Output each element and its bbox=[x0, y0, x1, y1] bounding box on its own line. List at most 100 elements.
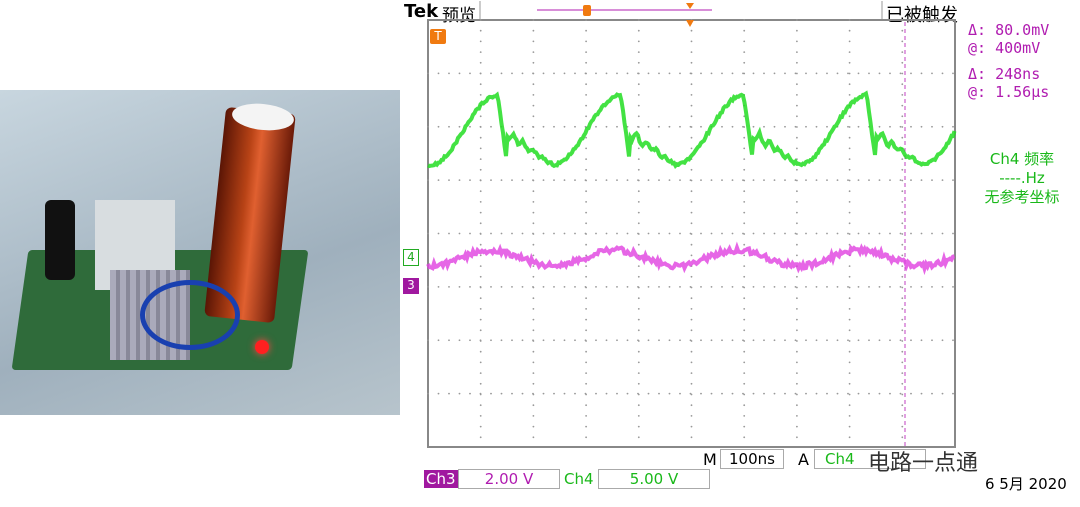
grid-dot bbox=[438, 72, 440, 74]
grid-dot bbox=[480, 30, 482, 32]
grid-dot bbox=[795, 339, 797, 341]
grid-dot bbox=[427, 233, 429, 235]
grid-dot bbox=[648, 72, 650, 74]
grid-dot bbox=[868, 179, 870, 181]
grid-dot bbox=[847, 393, 849, 395]
grid-dot bbox=[732, 179, 734, 181]
grid-dot bbox=[585, 137, 587, 139]
grid-dot bbox=[849, 148, 851, 150]
grid-dot bbox=[849, 62, 851, 64]
grid-dot bbox=[480, 436, 482, 438]
grid-dot bbox=[564, 126, 566, 128]
ch4-label[interactable]: Ch4 bbox=[564, 470, 594, 488]
grid-dot bbox=[459, 339, 461, 341]
grid-dot bbox=[533, 201, 535, 203]
grid-dot bbox=[826, 286, 828, 288]
grid-dot bbox=[574, 393, 576, 395]
grid-dot bbox=[469, 339, 471, 341]
grid-dot bbox=[480, 372, 482, 374]
grid-dot bbox=[743, 297, 745, 299]
grid-dot bbox=[543, 179, 545, 181]
grid-dot bbox=[648, 233, 650, 235]
grid-dot bbox=[795, 126, 797, 128]
grid-dot bbox=[606, 72, 608, 74]
grid-dot bbox=[901, 115, 903, 117]
grid-dot bbox=[849, 436, 851, 438]
grid-dot bbox=[533, 19, 535, 21]
grid-dot bbox=[522, 393, 524, 395]
grid-dot bbox=[796, 115, 798, 117]
grid-dot bbox=[849, 265, 851, 267]
grid-dot bbox=[637, 339, 639, 341]
grid-dot bbox=[901, 340, 903, 342]
grid-dot bbox=[732, 126, 734, 128]
grid-dot bbox=[564, 286, 566, 288]
grid-dot bbox=[585, 62, 587, 64]
ch3-label[interactable]: Ch3 bbox=[424, 470, 458, 488]
grid-dot bbox=[522, 126, 524, 128]
grid-dot bbox=[691, 169, 693, 171]
grid-dot bbox=[900, 393, 902, 395]
grid-dot bbox=[901, 351, 903, 353]
grid-dot bbox=[638, 329, 640, 331]
grid-dot bbox=[849, 329, 851, 331]
grid-dot bbox=[658, 126, 660, 128]
grid-dot bbox=[490, 72, 492, 74]
grid-dot bbox=[480, 276, 482, 278]
grid-dot bbox=[595, 72, 597, 74]
grid-dot bbox=[721, 72, 723, 74]
grid-dot bbox=[952, 339, 954, 341]
grid-dot bbox=[742, 72, 744, 74]
grid-dot bbox=[879, 393, 881, 395]
grid-dot bbox=[816, 286, 818, 288]
grid-dot bbox=[585, 308, 587, 310]
ch3-marker[interactable]: 3 bbox=[403, 278, 419, 294]
oscilloscope-screen: Tek 预览 已被触发 T 4 3 Δ: 80.0mV @: 400mV Δ: … bbox=[400, 0, 1080, 507]
grid-dot bbox=[638, 212, 640, 214]
delta-time: 248ns bbox=[995, 65, 1040, 83]
grid-dot bbox=[595, 286, 597, 288]
grid-dot bbox=[721, 126, 723, 128]
grid-dot bbox=[533, 426, 535, 428]
grid-dot bbox=[763, 179, 765, 181]
grid-dot bbox=[585, 436, 587, 438]
grid-dot bbox=[952, 233, 954, 235]
grid-dot bbox=[849, 158, 851, 160]
grid-dot bbox=[901, 297, 903, 299]
grid-dot bbox=[638, 362, 640, 364]
grid-dot bbox=[585, 329, 587, 331]
grid-dot bbox=[784, 339, 786, 341]
grid-dot bbox=[690, 179, 692, 181]
grid-dot bbox=[858, 126, 860, 128]
grid-dot bbox=[763, 72, 765, 74]
grid-dot bbox=[469, 179, 471, 181]
ch3-waveform bbox=[428, 248, 955, 269]
grid-dot bbox=[700, 286, 702, 288]
grid-dot bbox=[901, 180, 903, 182]
grid-dot bbox=[522, 286, 524, 288]
grid-dot bbox=[533, 308, 535, 310]
grid-dot bbox=[438, 286, 440, 288]
grid-dot bbox=[721, 393, 723, 395]
grid-dot bbox=[459, 393, 461, 395]
grid-dot bbox=[784, 393, 786, 395]
grid-dot bbox=[847, 179, 849, 181]
ch4-scale[interactable]: 5.00 V bbox=[598, 469, 710, 489]
grid-dot bbox=[533, 415, 535, 417]
grid-dot bbox=[711, 393, 713, 395]
grid-dot bbox=[901, 212, 903, 214]
grid-dot bbox=[533, 51, 535, 53]
timebase-value[interactable]: 100ns bbox=[720, 449, 784, 469]
grid-dot bbox=[691, 41, 693, 43]
grid-dot bbox=[638, 222, 640, 224]
ch3-scale[interactable]: 2.00 V bbox=[458, 469, 560, 489]
grid-dot bbox=[691, 276, 693, 278]
grid-dot bbox=[849, 115, 851, 117]
grid-dot bbox=[691, 362, 693, 364]
grid-dot bbox=[585, 339, 587, 341]
grid-dot bbox=[585, 393, 587, 395]
ch4-marker[interactable]: 4 bbox=[403, 249, 419, 266]
grid-dot bbox=[669, 286, 671, 288]
grid-dot bbox=[638, 115, 640, 117]
grid-dot bbox=[942, 179, 944, 181]
